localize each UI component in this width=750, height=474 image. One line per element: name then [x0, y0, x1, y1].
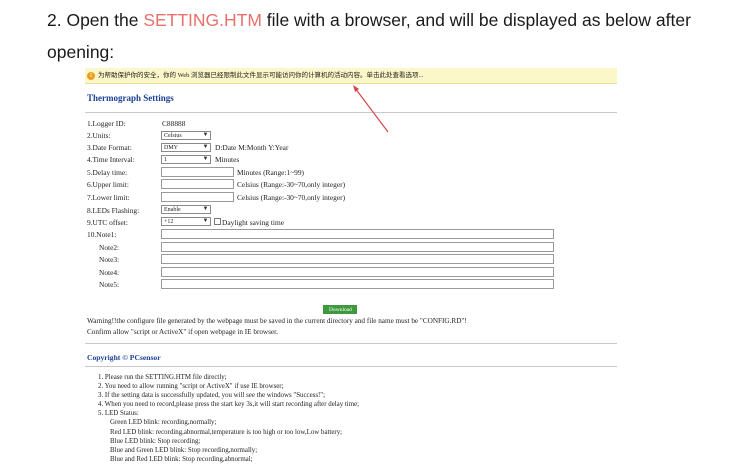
warning-line-1: Warning!!the configure file generated by… — [87, 317, 467, 325]
lower-limit-label: 7.Lower limit: — [87, 193, 130, 202]
upper-limit-input[interactable] — [161, 179, 234, 189]
lower-limit-input[interactable] — [161, 192, 234, 202]
time-interval-hint: Minutes — [215, 155, 240, 164]
copyright-divider — [85, 343, 617, 344]
copyright-text: Copyright © PCsensor — [87, 353, 161, 362]
daylight-saving-checkbox[interactable] — [214, 218, 221, 225]
daylight-saving-label: Daylight saving time — [222, 218, 284, 227]
time-interval-label: 4.Time Interval: — [87, 155, 135, 164]
chevron-down-icon: ▼ — [202, 156, 209, 162]
heading-suffix: file with a browser, and will be display… — [261, 10, 691, 30]
note3-input[interactable] — [161, 254, 554, 264]
note4-label: Note4: — [99, 268, 120, 277]
note5-input[interactable] — [161, 279, 554, 289]
delay-time-label: 5.Delay time: — [87, 168, 128, 177]
date-format-label: 3.Date Format: — [87, 143, 132, 152]
date-format-hint: D:Date M:Month Y:Year — [215, 143, 289, 152]
heading-line-1: 2. Open the SETTING.HTM file with a brow… — [47, 4, 747, 36]
leds-flashing-selected: Enable — [164, 207, 181, 213]
date-format-selected: DMY — [164, 145, 179, 151]
chevron-down-icon: ▼ — [202, 132, 209, 138]
units-selected: Celsius — [164, 133, 182, 139]
units-label: 2.Units: — [87, 131, 111, 140]
utc-offset-select[interactable]: +12 ▼ — [161, 217, 211, 226]
warning-shield-icon: ! — [87, 71, 95, 80]
led-status-item: Blue LED blink: Stop recording; — [110, 438, 201, 445]
led-status-item: Red LED blink: recording,abnormal,temper… — [110, 429, 343, 436]
time-interval-select[interactable]: 1 ▼ — [161, 155, 211, 164]
units-select[interactable]: Celsius ▼ — [161, 131, 211, 140]
download-button[interactable]: Download — [323, 305, 357, 314]
note2-input[interactable] — [161, 242, 554, 252]
chevron-down-icon: ▼ — [202, 144, 209, 150]
chevron-down-icon: ▼ — [202, 206, 209, 212]
note1-label: 10.Note1: — [87, 230, 117, 239]
delay-time-input[interactable] — [161, 167, 234, 177]
utc-offset-selected: +12 — [164, 219, 174, 225]
utc-offset-label: 9.UTC offset: — [87, 218, 128, 227]
chevron-down-icon: ▼ — [202, 218, 209, 224]
led-status-item: Blue and Green LED blink: Stop recording… — [110, 447, 258, 454]
heading-prefix: 2. Open the — [47, 10, 144, 30]
instruction-step: 4. When you need to record,please press … — [98, 401, 360, 408]
leds-flashing-label: 8.LEDs Flashing: — [87, 206, 140, 215]
browser-screenshot: ! 为帮助保护你的安全，你的 Web 浏览器已经限制此文件显示可能访问你的计算机的… — [85, 68, 617, 474]
page-title: Thermograph Settings — [87, 93, 174, 103]
upper-limit-label: 6.Upper limit: — [87, 180, 129, 189]
instruction-step: 1. Please run the SETTING.HTM file direc… — [98, 374, 227, 381]
leds-flashing-select[interactable]: Enable ▼ — [161, 205, 211, 214]
note3-label: Note3: — [99, 255, 120, 264]
upper-limit-hint: Celsius (Range:-30~70,only integer) — [237, 180, 346, 189]
title-divider — [85, 112, 617, 113]
time-interval-selected: 1 — [164, 157, 167, 163]
led-status-item: Green LED blink: recording,normally; — [110, 419, 217, 426]
instruction-step: 3. If the setting data is successfully u… — [98, 392, 326, 399]
instruction-heading: 2. Open the SETTING.HTM file with a brow… — [47, 4, 747, 68]
logger-id-value: C88888 — [162, 119, 186, 128]
instruction-step: 2. You need to allow running "script or … — [98, 383, 284, 390]
warning-line-2: Confirm allow "script or ActiveX" if ope… — [87, 328, 278, 336]
lower-limit-hint: Celsius (Range:-30~70,only integer) — [237, 193, 346, 202]
heading-line-2: opening: — [47, 42, 115, 62]
led-status-item: Blue and Red LED blink: Stop recording,a… — [110, 456, 253, 463]
note2-label: Note2: — [99, 243, 120, 252]
note4-input[interactable] — [161, 267, 554, 277]
instruction-step: 5. LED Status: — [98, 410, 139, 417]
note1-input[interactable] — [161, 229, 554, 239]
note5-label: Note5: — [99, 280, 120, 289]
heading-filename: SETTING.HTM — [143, 10, 262, 30]
logger-id-label: 1.Logger ID: — [87, 119, 126, 128]
infobar-text: 为帮助保护你的安全，你的 Web 浏览器已经限制此文件显示可能访问你的计算机的活… — [98, 72, 424, 79]
delay-time-hint: Minutes (Range:1~99) — [237, 168, 305, 177]
instructions-divider — [85, 366, 617, 367]
security-infobar[interactable]: ! 为帮助保护你的安全，你的 Web 浏览器已经限制此文件显示可能访问你的计算机的… — [85, 68, 617, 84]
date-format-select[interactable]: DMY ▼ — [161, 143, 211, 152]
